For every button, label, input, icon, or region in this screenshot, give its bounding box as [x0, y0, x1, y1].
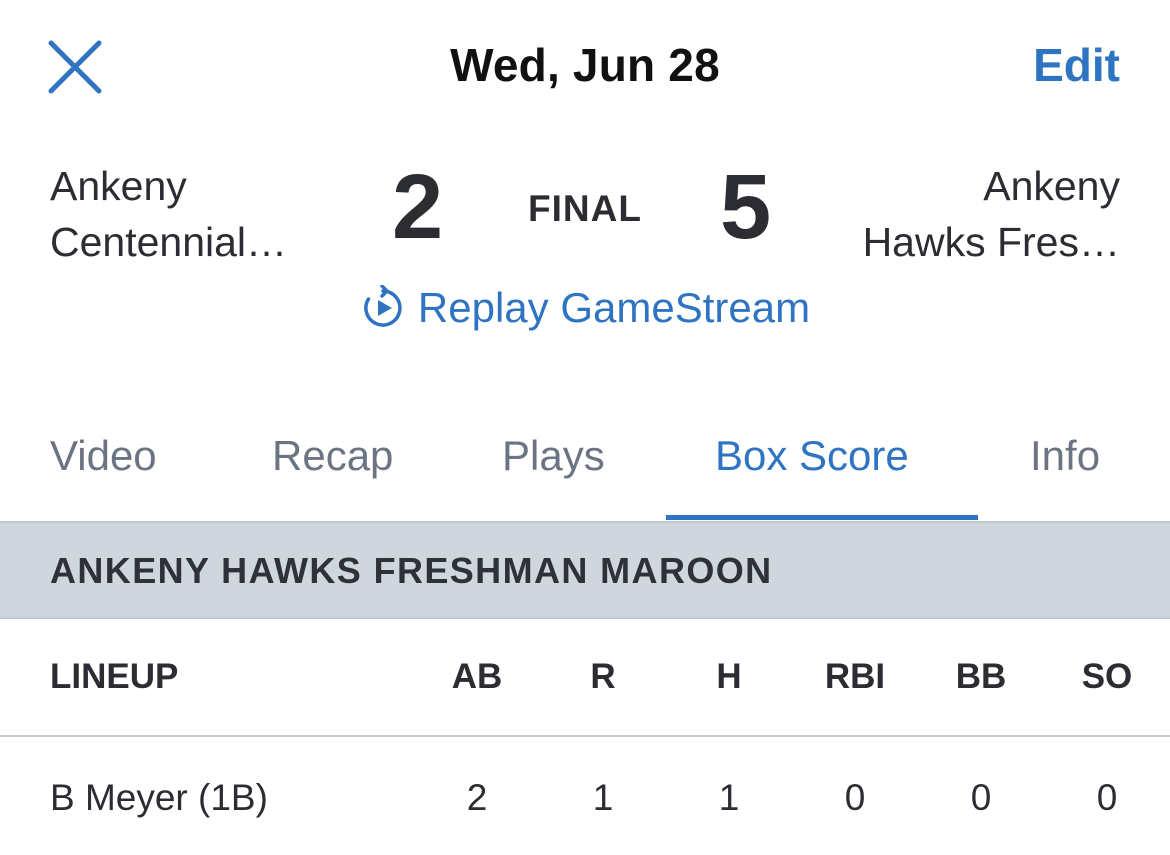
- table-row[interactable]: B Meyer (1B) 2 1 1 0 0 0: [0, 739, 1170, 855]
- column-header-rbi: RBI: [824, 657, 886, 696]
- column-header-bb: BB: [955, 657, 1007, 696]
- stat-rbi: 0: [844, 777, 866, 818]
- tab-plays[interactable]: Plays: [502, 432, 605, 480]
- game-detail-screen: Wed, Jun 28 Edit Ankeny Centennial… 2 FI…: [0, 0, 1170, 855]
- replay-gamestream-button[interactable]: Replay GameStream: [0, 284, 1170, 332]
- home-team-line-2: Hawks Fres…: [862, 219, 1120, 265]
- tab-recap[interactable]: Recap: [272, 432, 393, 480]
- tab-bar: Video Recap Plays Box Score Info: [0, 410, 1170, 522]
- home-team-line-1: Ankeny: [983, 163, 1120, 209]
- active-tab-indicator: [666, 515, 978, 520]
- stat-h: 1: [718, 777, 740, 818]
- home-score: 5: [720, 156, 772, 258]
- edit-button[interactable]: Edit: [1033, 38, 1120, 92]
- tab-video[interactable]: Video: [50, 432, 157, 480]
- column-header-r: R: [590, 657, 616, 696]
- stat-so: 0: [1096, 777, 1118, 818]
- team-section-title: ANKENY HAWKS FRESHMAN MAROON: [50, 550, 773, 591]
- tab-info[interactable]: Info: [1030, 432, 1100, 480]
- team-section-header: ANKENY HAWKS FRESHMAN MAROON: [0, 521, 1170, 619]
- column-header-ab: AB: [451, 657, 503, 696]
- player-name[interactable]: B Meyer (1B): [50, 777, 390, 819]
- stat-r: 1: [592, 777, 614, 818]
- stat-bb: 0: [970, 777, 992, 818]
- replay-icon: [364, 285, 402, 327]
- column-header-so: SO: [1081, 657, 1133, 696]
- stat-ab: 2: [466, 777, 488, 818]
- page-title: Wed, Jun 28: [450, 39, 720, 91]
- replay-gamestream-label: Replay GameStream: [417, 284, 811, 331]
- home-team-name[interactable]: Ankeny Hawks Fres…: [863, 158, 1120, 270]
- column-header-lineup: LINEUP: [50, 657, 179, 696]
- column-header-h: H: [716, 657, 742, 696]
- box-score-header-row: LINEUP AB R H RBI BB SO: [0, 619, 1170, 737]
- tab-box-score[interactable]: Box Score: [715, 432, 909, 480]
